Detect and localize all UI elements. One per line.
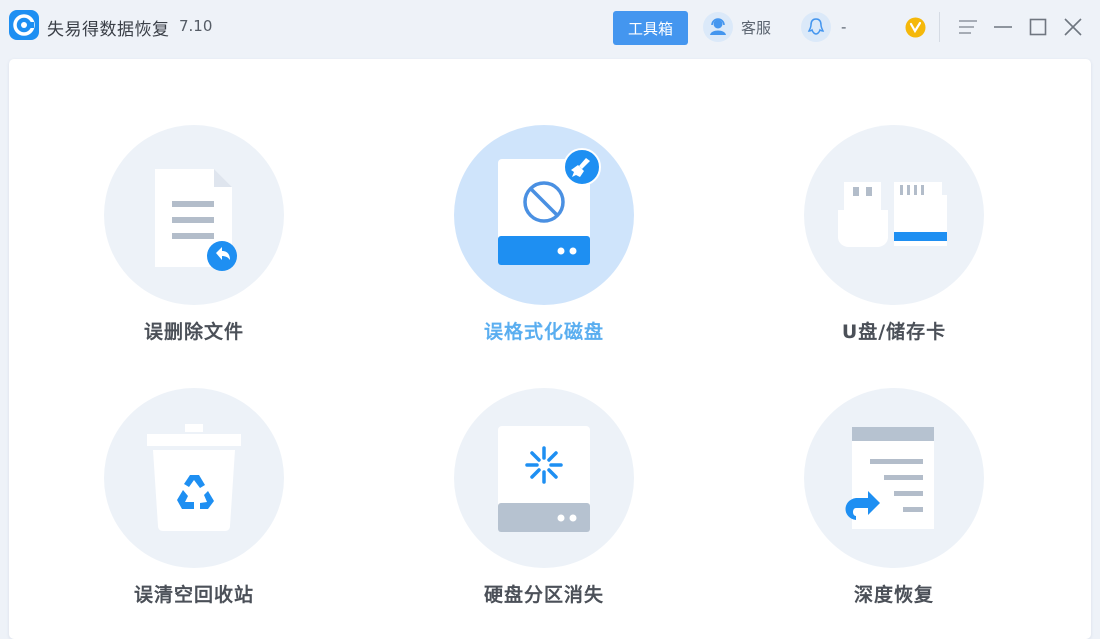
customer-service-icon <box>703 12 733 42</box>
deep-recovery-icon <box>804 388 984 568</box>
mode-label: 误格式化磁盘 <box>483 321 604 343</box>
app-logo-icon <box>9 10 39 40</box>
mode-label: 深度恢复 <box>853 584 934 606</box>
mode-label: U盘/储存卡 <box>841 321 947 343</box>
mode-formatted-disk[interactable]: 误格式化磁盘 <box>429 125 659 355</box>
mode-label: 误删除文件 <box>143 321 244 343</box>
mode-deep-recovery[interactable]: 深度恢复 <box>779 388 1009 618</box>
recovery-mode-panel: 误删除文件 误格式化磁盘 U盘/储存卡 误清空回收站 硬盘分区消失 深度恢复 <box>9 59 1091 639</box>
menu-icon[interactable] <box>955 14 981 40</box>
minimize-icon[interactable] <box>990 14 1016 40</box>
close-icon[interactable] <box>1060 14 1086 40</box>
mode-label: 硬盘分区消失 <box>483 584 604 606</box>
mode-deleted-files[interactable]: 误删除文件 <box>79 125 309 355</box>
app-version: 7.10 <box>179 17 213 35</box>
qq-label: - <box>841 18 847 36</box>
vip-icon[interactable] <box>905 17 926 38</box>
mode-lost-partition[interactable]: 硬盘分区消失 <box>429 388 659 618</box>
mode-usb-sdcard[interactable]: U盘/储存卡 <box>779 125 1009 355</box>
formatted-disk-icon <box>454 125 634 305</box>
deleted-file-icon <box>104 125 284 305</box>
customer-service-button[interactable]: 客服 <box>703 12 771 42</box>
title-bar-divider <box>939 12 940 42</box>
app-title: 失易得数据恢复 <box>47 20 170 40</box>
usb-sdcard-icon <box>804 125 984 305</box>
qq-icon <box>801 12 831 42</box>
lost-partition-icon <box>454 388 634 568</box>
qq-button[interactable]: - <box>801 12 846 42</box>
title-bar: 失易得数据恢复 7.10 工具箱 客服 - <box>0 0 1100 56</box>
mode-label: 误清空回收站 <box>133 584 254 606</box>
recycle-bin-icon <box>104 388 284 568</box>
mode-recycle-bin[interactable]: 误清空回收站 <box>79 388 309 618</box>
customer-service-label: 客服 <box>741 18 772 37</box>
maximize-icon[interactable] <box>1025 14 1051 40</box>
toolbox-button[interactable]: 工具箱 <box>613 11 688 45</box>
